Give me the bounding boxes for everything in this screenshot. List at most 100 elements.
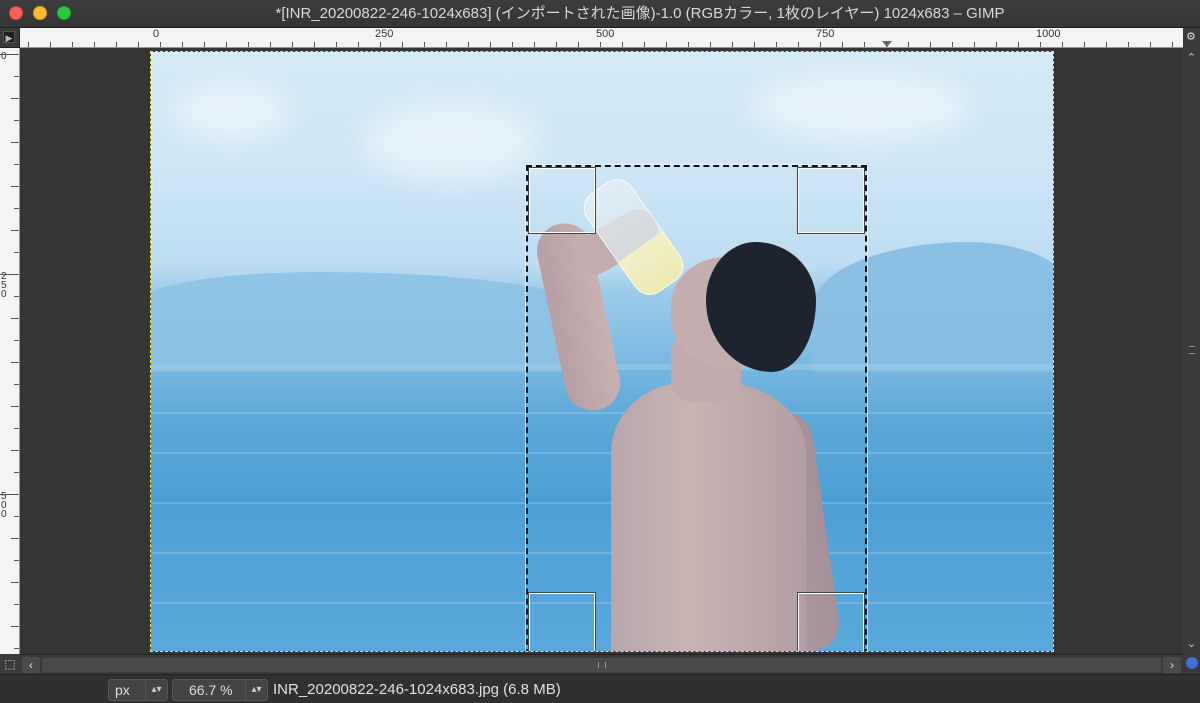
maximize-window-button[interactable]	[57, 6, 71, 20]
horizontal-scrollbar[interactable]: ‹ ›	[20, 654, 1183, 674]
image-boundary[interactable]	[150, 51, 1054, 652]
ruler-tick	[929, 42, 931, 47]
ruler-tick	[489, 42, 491, 47]
ruler-tick	[14, 76, 19, 77]
ruler-tick	[11, 450, 19, 451]
ruler-tick	[11, 538, 19, 539]
ruler-tick	[159, 42, 161, 47]
quick-mask-icon: ⬚	[4, 657, 16, 671]
ruler-tick	[577, 42, 579, 47]
ruler-tick	[335, 42, 337, 47]
horizontal-ruler[interactable]: 0 250 500 750 1000	[20, 28, 1183, 48]
vertical-scrollbar[interactable]: ⌃ ⌄	[1183, 48, 1200, 654]
ruler-tick	[14, 120, 19, 121]
ruler-tick	[863, 42, 865, 47]
selection-handle-top-right[interactable]	[797, 167, 865, 234]
ruler-tick	[753, 42, 755, 47]
ruler-tick	[357, 42, 359, 47]
ruler-tick	[14, 648, 19, 649]
chevron-down-icon: ⌄	[1186, 638, 1197, 650]
scroll-up-button[interactable]: ⌃	[1184, 50, 1199, 66]
ruler-label: 500	[1, 491, 7, 520]
ruler-tick	[14, 516, 19, 517]
window-title: *[INR_20200822-246-1024x683] (インポートされた画像…	[275, 5, 1005, 22]
ruler-label: 1000	[1036, 28, 1061, 40]
quick-mask-menu-button[interactable]: ▶	[0, 28, 20, 48]
ruler-tick	[1171, 42, 1173, 47]
ruler-tick	[555, 42, 557, 47]
ruler-tick	[995, 42, 997, 47]
navigate-image-button[interactable]: ⚙	[1183, 28, 1200, 48]
scroll-down-button[interactable]: ⌄	[1184, 636, 1199, 652]
ruler-tick	[181, 42, 183, 47]
ruler-tick	[797, 42, 799, 47]
ruler-tick	[1083, 42, 1085, 47]
ruler-tick	[137, 42, 139, 47]
chevron-up-icon: ⌃	[1186, 52, 1197, 64]
horizontal-scroll-thumb[interactable]	[42, 658, 1161, 672]
minimize-window-button[interactable]	[33, 6, 47, 20]
selection-handle-bottom-right[interactable]	[797, 592, 865, 651]
ruler-tick	[313, 42, 315, 47]
unit-select[interactable]: px ▴▾	[108, 679, 168, 701]
ruler-tick	[467, 42, 469, 47]
ruler-tick	[819, 42, 821, 47]
zoom-select[interactable]: 66.7 % ▴▾	[172, 679, 268, 701]
ruler-tick	[1149, 42, 1151, 47]
toggle-quick-mask-button[interactable]: ⬚	[0, 654, 20, 674]
ruler-tick	[1105, 42, 1107, 47]
navigate-icon: ⚙	[1186, 31, 1196, 43]
ruler-tick	[709, 42, 711, 47]
ruler-tick	[49, 42, 51, 47]
ruler-tick	[14, 252, 19, 253]
ruler-tick	[93, 42, 95, 47]
ruler-tick	[14, 604, 19, 605]
ruler-tick	[203, 42, 205, 47]
scroll-left-button[interactable]: ‹	[22, 657, 40, 673]
ruler-tick	[14, 208, 19, 209]
updown-chevron-icon: ▴▾	[245, 680, 267, 700]
ruler-tick	[423, 42, 425, 47]
selection-handle-top-left[interactable]	[528, 167, 596, 234]
ruler-tick	[14, 560, 19, 561]
ruler-tick	[775, 42, 777, 47]
navigate-circle-icon	[1186, 657, 1198, 669]
ruler-tick	[445, 42, 447, 47]
ruler-tick	[1017, 42, 1019, 47]
ruler-tick	[11, 362, 19, 363]
ruler-tick	[291, 42, 293, 47]
ruler-label: 750	[816, 28, 835, 40]
selection-handle-bottom-left[interactable]	[528, 592, 596, 651]
ruler-tick	[643, 42, 645, 47]
ruler-label: 500	[596, 28, 615, 40]
ruler-tick	[687, 42, 689, 47]
ruler-label: 250	[1, 271, 7, 300]
horizontal-scroll-grip-icon	[598, 662, 606, 668]
ruler-tick	[11, 142, 19, 143]
ruler-tick	[14, 428, 19, 429]
ruler-tick	[247, 42, 249, 47]
ruler-tick	[11, 582, 19, 583]
image-canvas[interactable]	[20, 48, 1183, 654]
vertical-scroll-grip-icon	[1189, 346, 1195, 354]
pointer-position-marker-icon	[882, 41, 892, 47]
scroll-right-button[interactable]: ›	[1163, 657, 1181, 673]
vertical-ruler[interactable]: 0 250 500	[0, 48, 20, 654]
ruler-tick	[0, 274, 19, 275]
ruler-tick	[11, 318, 19, 319]
ruler-tick	[973, 42, 975, 47]
ruler-tick	[621, 42, 623, 47]
rectangle-selection[interactable]	[525, 164, 868, 651]
ruler-tick	[885, 42, 887, 47]
title-bar: *[INR_20200822-246-1024x683] (インポートされた画像…	[0, 0, 1200, 28]
status-bar: px ▴▾ 66.7 % ▴▾ INR_20200822-246-1024x68…	[0, 674, 1200, 703]
ruler-tick	[27, 42, 29, 47]
close-window-button[interactable]	[9, 6, 23, 20]
ruler-tick	[511, 42, 513, 47]
ruler-tick	[379, 42, 381, 47]
ruler-tick	[599, 42, 601, 47]
ruler-label: 250	[375, 28, 394, 40]
zoom-image-button[interactable]	[1183, 654, 1200, 674]
ruler-tick	[11, 406, 19, 407]
ruler-tick	[71, 42, 73, 47]
